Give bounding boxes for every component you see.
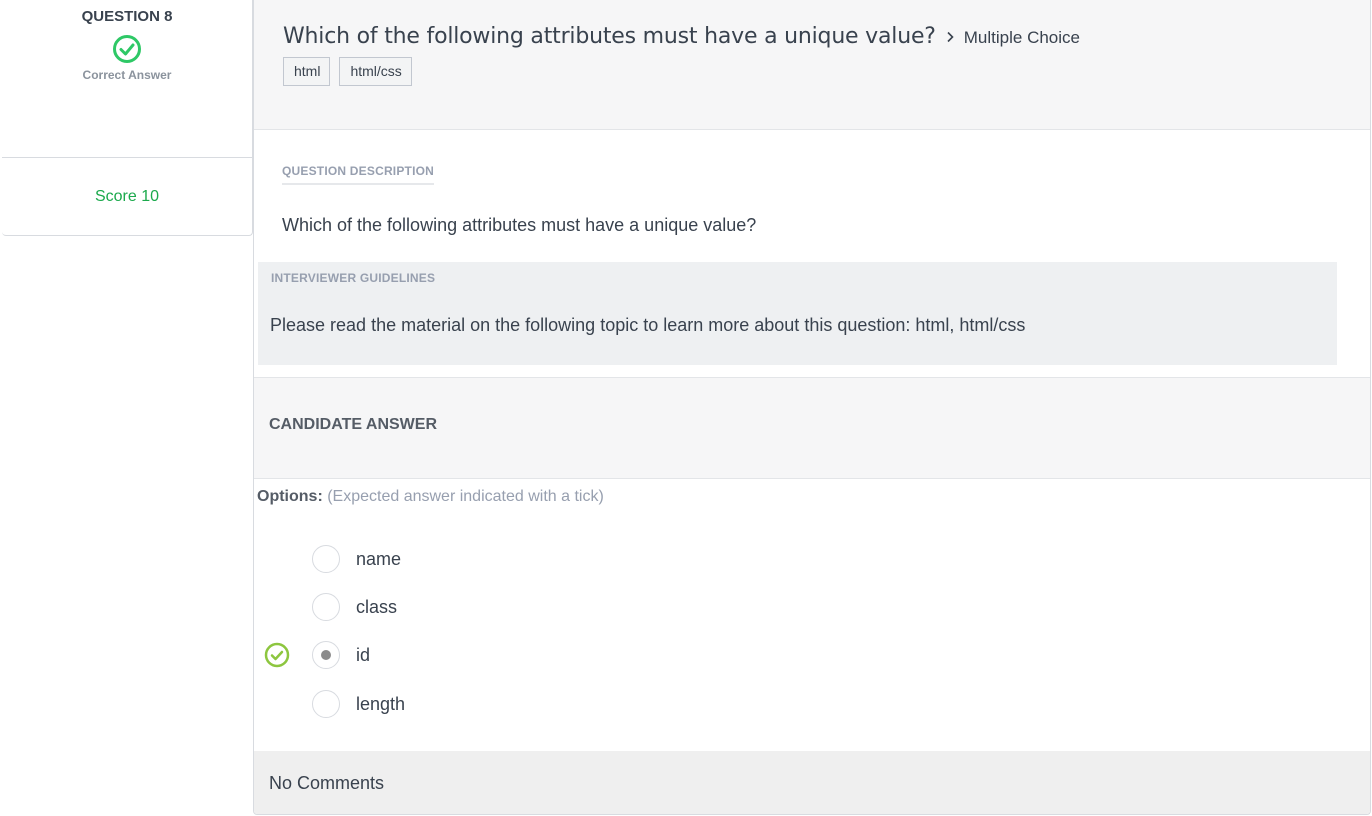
description-text: Which of the following attributes must h… [282,215,757,235]
status-label: Correct Answer [82,68,172,82]
option-item[interactable]: class [312,593,397,621]
question-status-panel: QUESTION 8 Correct Answer [2,0,252,158]
option-item[interactable]: name [312,545,401,573]
radio-button[interactable] [312,690,340,718]
tag-list: html html/css [283,57,1370,86]
options-label: Options: [257,488,323,505]
option-label: class [356,596,398,617]
candidate-answer-label: CANDIDATE ANSWER [269,416,437,433]
option-item[interactable]: id [312,641,370,669]
guidelines-box: INTERVIEWER GUIDELINES Please read the m… [258,262,1337,365]
option-label: name [356,548,402,569]
check-circle-icon [2,34,252,64]
option-label: length [356,693,406,714]
radio-button[interactable] [312,545,340,573]
options-hint: (Expected answer indicated with a tick) [327,488,604,505]
score-label: Score 10 [94,188,160,205]
comments-text: No Comments [269,773,385,793]
description-label: QUESTION DESCRIPTION [282,164,435,185]
question-summary-card: QUESTION 8 Correct Answer Score 10 [2,0,253,236]
radio-button[interactable] [312,593,340,621]
description-section: QUESTION DESCRIPTION Which of the follow… [254,130,1370,236]
candidate-answer-header: CANDIDATE ANSWER [254,377,1370,479]
question-number: QUESTION 8 [81,8,173,25]
question-type: Multiple Choice [963,28,1080,47]
question-title: Which of the following attributes must h… [283,24,936,49]
radio-button-selected[interactable] [312,641,340,669]
tag[interactable]: html/css [339,57,412,86]
option-item[interactable]: length [312,690,405,718]
title-line: Which of the following attributes must h… [283,24,1370,49]
option-label: id [356,644,371,665]
guidelines-label: INTERVIEWER GUIDELINES [271,271,436,285]
question-header: Which of the following attributes must h… [254,0,1370,130]
tag[interactable]: html [283,57,331,86]
check-circle-icon [264,642,290,673]
question-detail-card: Which of the following attributes must h… [253,0,1371,815]
options-line: Options: (Expected answer indicated with… [257,488,604,506]
comments-bar: No Comments [254,751,1370,814]
chevron-right-icon [946,30,955,48]
guidelines-text: Please read the material on the followin… [270,315,1026,335]
